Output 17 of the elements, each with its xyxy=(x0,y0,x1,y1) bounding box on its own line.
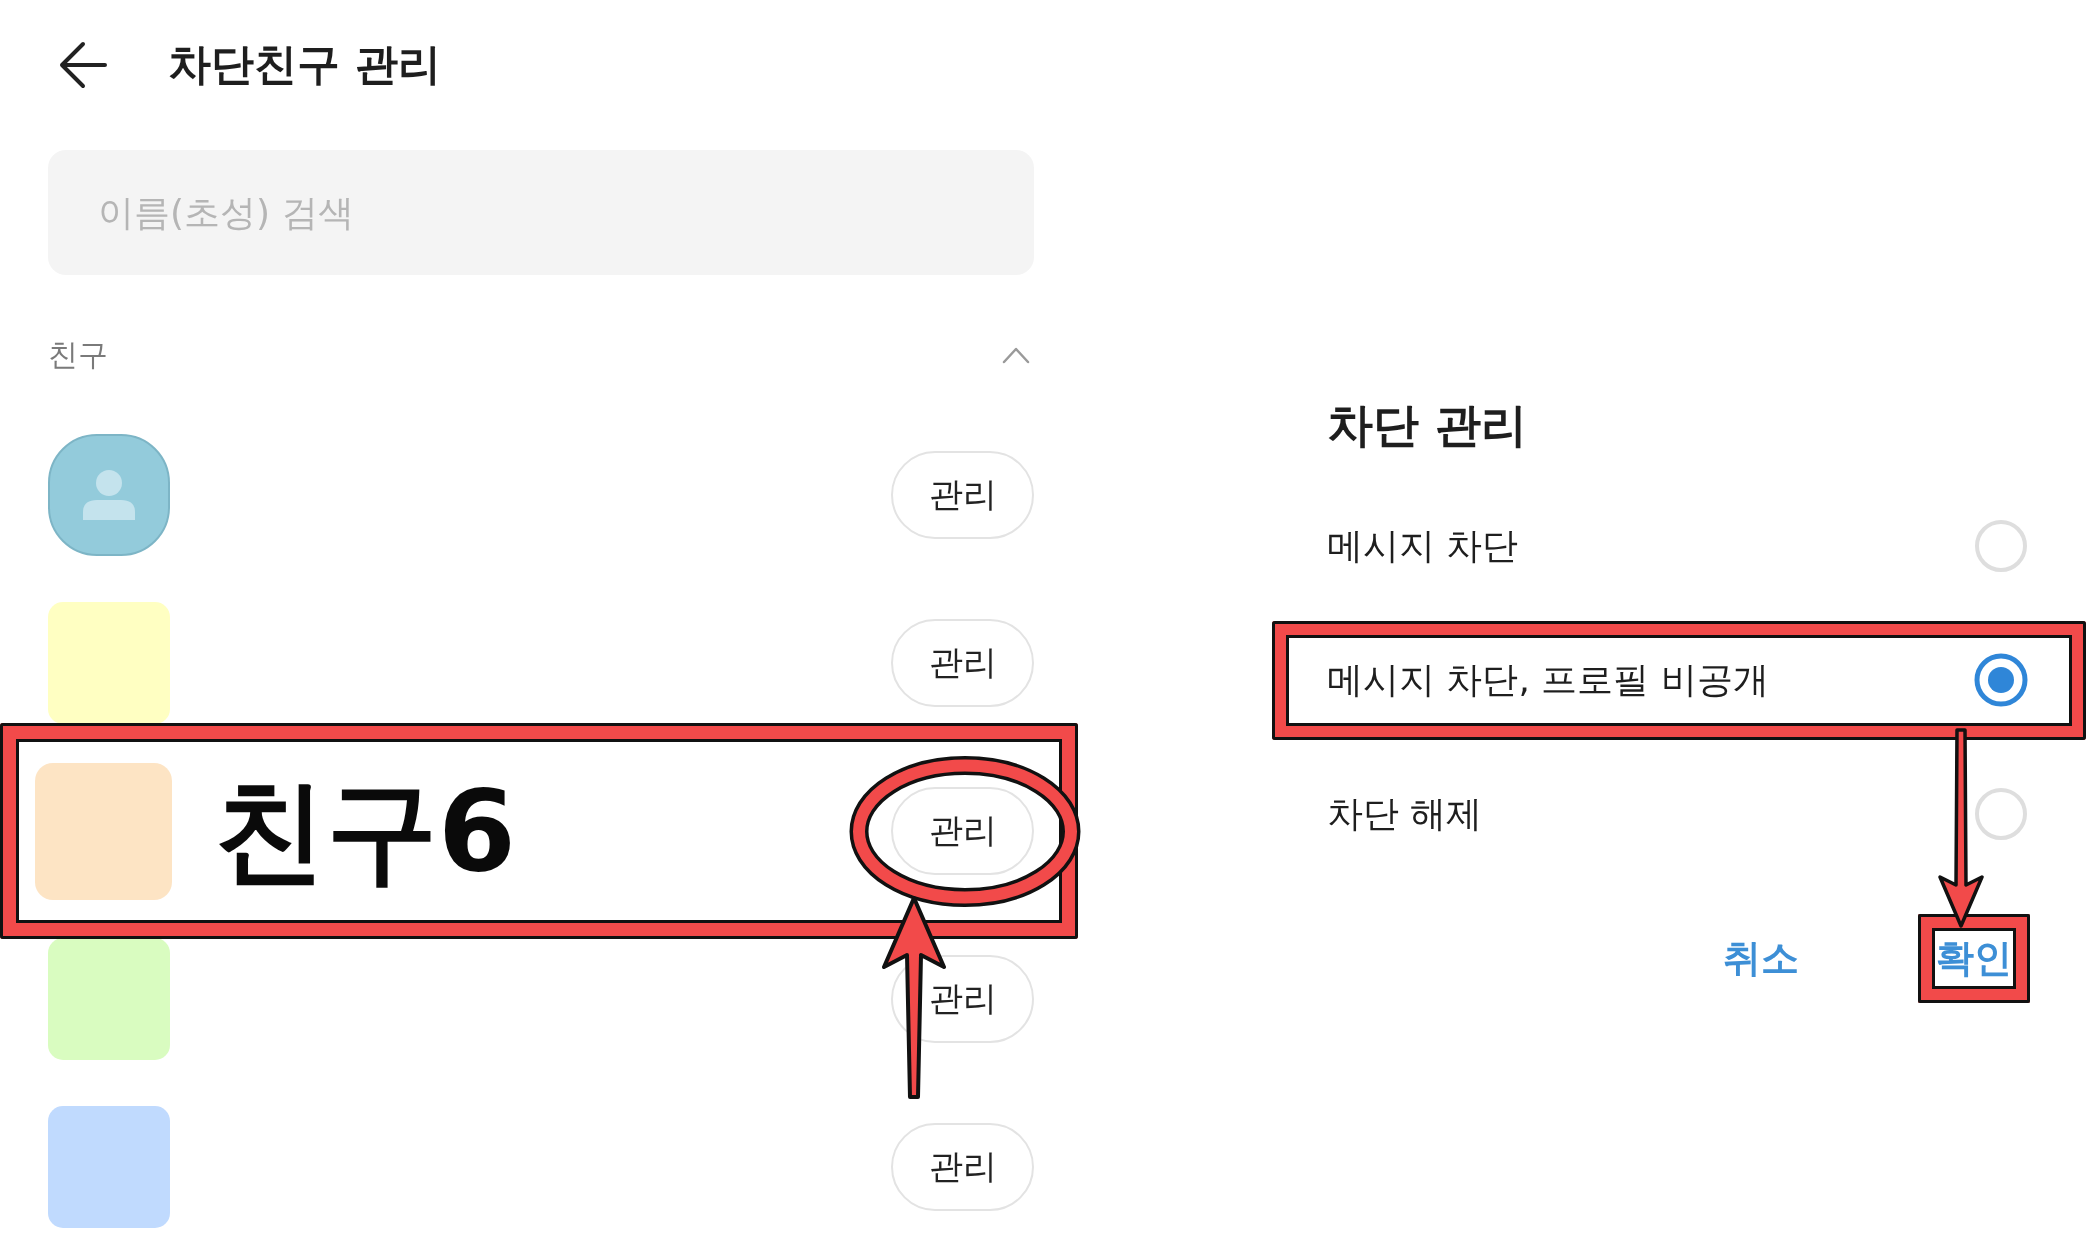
manage-button[interactable]: 관리 xyxy=(891,787,1034,875)
page-title: 차단친구 관리 xyxy=(168,39,441,91)
manage-button[interactable]: 관리 xyxy=(891,619,1034,707)
back-button[interactable] xyxy=(58,41,108,89)
radio-button[interactable] xyxy=(1974,653,2028,707)
back-arrow-icon xyxy=(58,41,108,89)
friend-name: 친구6 xyxy=(214,775,516,887)
option-label[interactable]: 차단 해제 xyxy=(1327,789,1483,839)
dialog-title: 차단 관리 xyxy=(1327,397,1527,453)
chevron-up-icon[interactable] xyxy=(1002,346,1030,364)
manage-button[interactable]: 관리 xyxy=(891,1123,1034,1211)
search-field[interactable]: 이름(초성) 검색 xyxy=(48,150,1034,275)
section-label: 친구 xyxy=(48,335,108,374)
manage-button[interactable]: 관리 xyxy=(891,451,1034,539)
option-label[interactable]: 메시지 차단, 프로필 비공개 xyxy=(1327,655,1769,705)
person-icon xyxy=(83,470,135,520)
option-label[interactable]: 메시지 차단 xyxy=(1327,521,1519,571)
